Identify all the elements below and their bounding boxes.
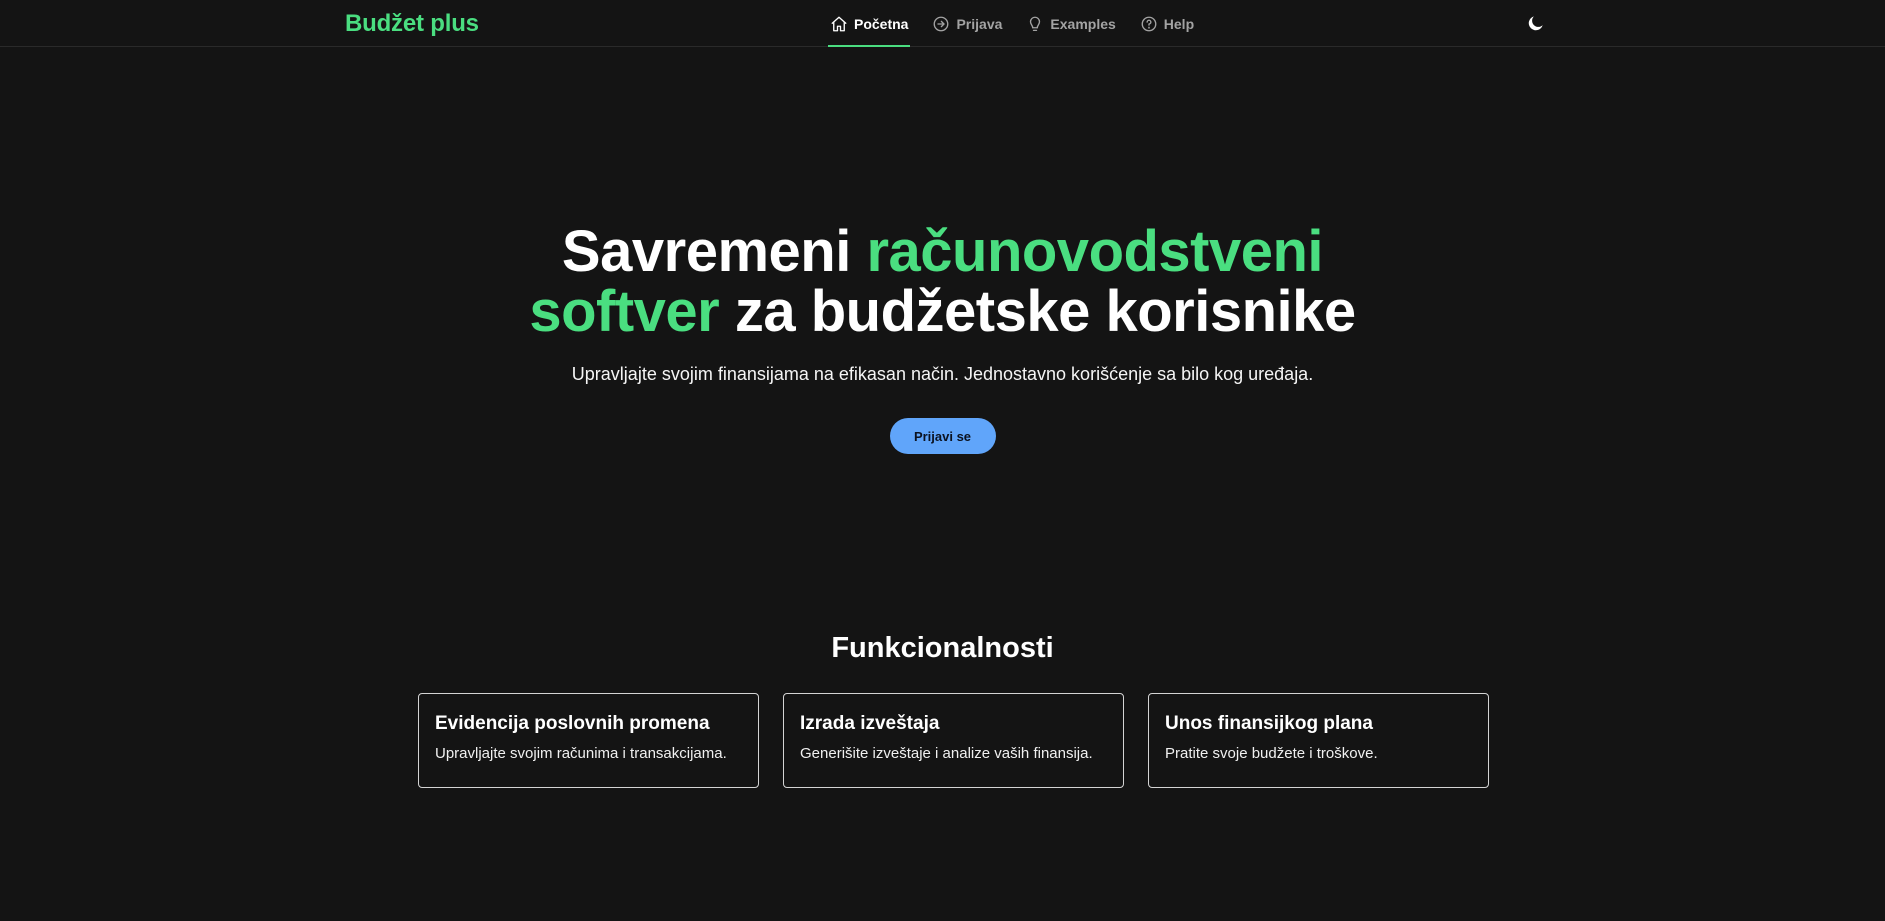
theme-toggle-button[interactable] bbox=[1526, 13, 1546, 33]
moon-icon bbox=[1526, 16, 1546, 37]
feature-card-description: Pratite svoje budžete i troškove. bbox=[1165, 745, 1378, 762]
arrow-right-circle-icon bbox=[932, 15, 950, 33]
hero-subtitle: Upravljajte svojim finansijama na efikas… bbox=[571, 364, 1314, 384]
hero-title: Savremeni računovodstveni softver za bud… bbox=[0, 222, 1885, 342]
nav-links: Početna Prijava Examples Help bbox=[828, 0, 1216, 47]
hero-section: Savremeni računovodstveni softver za bud… bbox=[0, 222, 1885, 454]
features-title: Funkcionalnosti bbox=[831, 632, 1054, 664]
feature-card[interactable]: Izrada izveštaja Generišite izveštaje i … bbox=[783, 693, 1124, 788]
features-section: Funkcionalnosti Evidencija poslovnih pro… bbox=[0, 632, 1885, 788]
brand-logo[interactable]: Budžet plus bbox=[345, 10, 479, 38]
lightbulb-icon bbox=[1026, 15, 1044, 33]
feature-card-title: Izrada izveštaja bbox=[800, 713, 940, 734]
feature-card[interactable]: Unos finansijkog plana Pratite svoje bud… bbox=[1148, 693, 1489, 788]
nav-item-label: Prijava bbox=[956, 15, 1003, 32]
top-navbar: Budžet plus Početna Prijava Examples Hel… bbox=[0, 0, 1885, 47]
nav-item-label: Help bbox=[1163, 15, 1195, 32]
nav-item-label: Početna bbox=[854, 15, 909, 32]
feature-card-description: Generišite izveštaje i analize vaših fin… bbox=[800, 745, 1093, 762]
nav-item-examples[interactable]: Examples bbox=[1024, 0, 1117, 47]
hero-title-part: za budžetske korisnike bbox=[719, 279, 1356, 344]
home-icon bbox=[830, 15, 848, 33]
feature-card[interactable]: Evidencija poslovnih promena Upravljajte… bbox=[418, 693, 759, 788]
hero-title-accent: računovodstveni bbox=[866, 219, 1324, 284]
nav-item-label: Examples bbox=[1050, 15, 1116, 32]
help-circle-icon bbox=[1140, 15, 1158, 33]
hero-title-accent: softver bbox=[529, 279, 720, 344]
feature-card-title: Unos finansijkog plana bbox=[1165, 713, 1373, 734]
nav-item-help[interactable]: Help bbox=[1138, 0, 1196, 47]
hero-title-part: Savremeni bbox=[561, 219, 867, 284]
nav-item-prijava[interactable]: Prijava bbox=[930, 0, 1004, 47]
feature-card-title: Evidencija poslovnih promena bbox=[435, 713, 710, 734]
nav-item-pocetna[interactable]: Početna bbox=[828, 0, 911, 47]
feature-card-description: Upravljajte svojim računima i transakcij… bbox=[435, 745, 727, 762]
feature-cards: Evidencija poslovnih promena Upravljajte… bbox=[418, 693, 1489, 788]
login-button[interactable]: Prijavi se bbox=[889, 418, 996, 454]
